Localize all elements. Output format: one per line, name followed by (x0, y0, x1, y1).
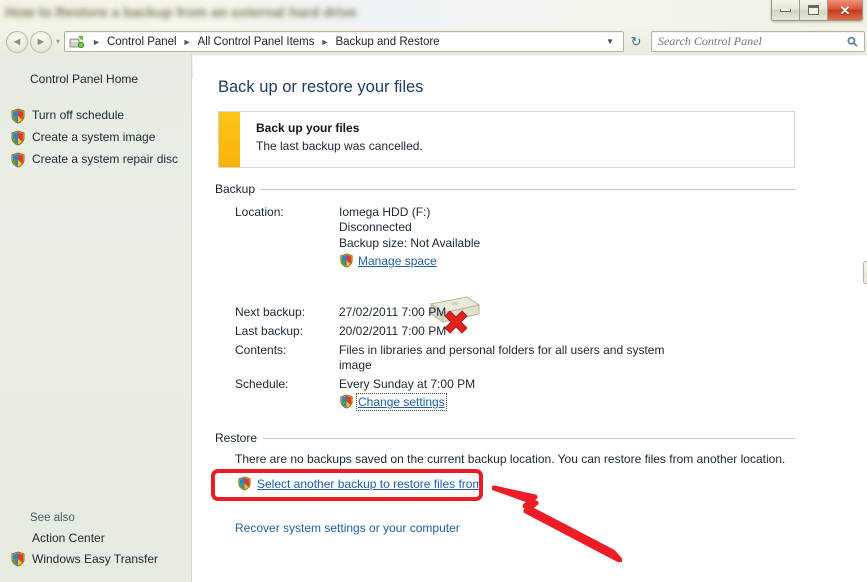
forward-button[interactable]: ► (30, 30, 52, 53)
banner-title: Back up your files (256, 121, 360, 135)
detail-row-location: Location: Iomega HDD (F:) Disconnected B… (235, 205, 480, 269)
sidebar-item-label: Create a system image (32, 130, 156, 144)
recover-system-settings-link[interactable]: Recover system settings or your computer (235, 521, 460, 535)
sidebar-item-windows-easy-transfer[interactable]: Windows Easy Transfer (8, 548, 192, 570)
restore-section-heading: Restore (215, 431, 795, 445)
address-bar[interactable]: ► Control Panel ► All Control Panel Item… (64, 31, 625, 52)
explorer-window: ✕ ◄ ► ▾ ► Control Panel ► All Control Pa… (0, 0, 867, 582)
sidebar-item-create-a-system-repair-disc[interactable]: Create a system repair disc (8, 149, 192, 171)
backup-size: Backup size: Not Available (339, 235, 481, 250)
backup-location-status: Disconnected (339, 220, 412, 235)
shield-icon (10, 130, 26, 146)
chevron-down-icon[interactable]: ▼ (602, 37, 620, 46)
contents-line-1: Files in libraries and personal folders … (339, 343, 665, 357)
sidebar-item-label: Turn off schedule (32, 108, 125, 122)
back-arrow-icon: ◄ (11, 35, 23, 48)
refresh-button[interactable]: ↻ (625, 31, 647, 52)
sidebar-item-turn-off-schedule[interactable]: Turn off schedule (8, 105, 192, 127)
shield-icon (10, 551, 26, 567)
minimize-icon (780, 8, 791, 12)
sidebar-item-create-a-system-image[interactable]: Create a system image (8, 127, 192, 149)
sidebar-item-label: Action Center (32, 531, 105, 545)
search-input[interactable] (656, 33, 849, 50)
navigation-buttons: ◄ ► ▾ (0, 30, 64, 53)
shield-icon (339, 253, 355, 269)
forward-arrow-icon: ► (35, 35, 47, 48)
change-settings-row[interactable]: Change settings (339, 393, 475, 412)
section-divider (263, 437, 795, 439)
sidebar-item-label: Create a system repair disc (32, 152, 179, 166)
page-title: Back up or restore your files (218, 78, 424, 96)
breadcrumb-separator-0: ► (92, 36, 101, 47)
select-another-backup-row[interactable]: Select another backup to restore files f… (237, 476, 482, 492)
detail-label: Schedule: (235, 377, 289, 391)
close-icon: ✕ (839, 2, 851, 18)
close-button[interactable]: ✕ (828, 0, 862, 20)
backup-restore-icon (69, 34, 85, 50)
sidebar-item-action-center[interactable]: Action Center (8, 528, 192, 548)
maximize-icon (808, 5, 819, 15)
see-also-label: See also (30, 512, 75, 524)
detail-label: Location: (235, 205, 284, 219)
schedule-value: Every Sunday at 7:00 PM (339, 377, 476, 391)
breadcrumb-separator-2[interactable]: ► (321, 37, 330, 47)
sidebar-item-label: Windows Easy Transfer (32, 552, 159, 566)
detail-label: Next backup: (235, 305, 306, 319)
manage-space-link[interactable]: Manage space (358, 254, 437, 268)
sidebar-item-control-panel-home[interactable]: Control Panel Home (30, 72, 138, 86)
shield-icon (237, 476, 253, 492)
backup-section-heading: Backup (215, 182, 795, 196)
change-settings-link[interactable]: Change settings (356, 393, 447, 412)
back-up-now-button[interactable]: Back up now (863, 261, 867, 284)
navigation-sidebar: Control Panel Home Turn off schedule Cre… (0, 55, 192, 582)
detail-row-last-backup: Last backup: 20/02/2011 7:00 PM (235, 324, 446, 338)
breadcrumb-item-backup-and-restore[interactable]: Backup and Restore (333, 35, 441, 49)
detail-label: Last backup: (235, 324, 304, 338)
select-another-backup-link[interactable]: Select another backup to restore files f… (257, 477, 482, 491)
breadcrumb-item-all-control-panel-items[interactable]: All Control Panel Items (196, 35, 317, 49)
section-divider (261, 188, 795, 190)
sidebar-task-list: Turn off schedule Create a system image (8, 105, 192, 171)
banner-subtitle: The last backup was cancelled. (256, 139, 423, 153)
back-button[interactable]: ◄ (6, 30, 28, 53)
minimize-button[interactable] (772, 0, 800, 20)
detail-label: Contents: (235, 343, 287, 357)
detail-row-next-backup: Next backup: 27/02/2011 7:00 PM (235, 305, 446, 319)
refresh-icon: ↻ (630, 33, 642, 49)
contents-line-2: image (339, 358, 372, 373)
search-box[interactable]: ⚲ (651, 31, 865, 52)
breadcrumb-separator-1[interactable]: ► (183, 37, 192, 47)
recent-pages-dropdown[interactable]: ▾ (56, 37, 60, 46)
backup-status-banner: Back up your files The last backup was c… (218, 111, 795, 168)
backup-section-label: Backup (215, 182, 256, 196)
banner-text-group: Back up your files The last backup was c… (240, 112, 423, 167)
detail-value-group: Iomega HDD (F:) Disconnected Backup size… (339, 205, 480, 269)
breadcrumb: ► Control Panel ► All Control Panel Item… (88, 35, 602, 49)
breadcrumb-item-control-panel[interactable]: Control Panel (105, 35, 179, 49)
manage-space-row[interactable]: Manage space (339, 253, 480, 269)
detail-row-contents: Contents: Files in libraries and persona… (235, 343, 664, 374)
detail-value: 20/02/2011 7:00 PM (339, 324, 447, 338)
address-toolbar: ◄ ► ▾ ► Control Panel ► All Control Pane… (0, 28, 867, 55)
detail-row-schedule: Schedule: Every Sunday at 7:00 PM Change… (235, 377, 476, 412)
detail-value-group: Every Sunday at 7:00 PM Change settings (339, 377, 476, 412)
sidebar-see-also-section: See also Action Center Windows Easy Tran… (8, 510, 192, 570)
shield-icon (339, 394, 355, 410)
restore-description: There are no backups saved on the curren… (235, 452, 786, 466)
maximize-button[interactable] (800, 0, 828, 20)
detail-value: 27/02/2011 7:00 PM (339, 305, 447, 319)
detail-value-group: Files in libraries and personal folders … (339, 343, 664, 374)
shield-icon (10, 108, 26, 124)
restore-section-label: Restore (215, 431, 258, 445)
shield-icon (10, 152, 26, 168)
backup-location-drive: Iomega HDD (F:) (339, 205, 431, 219)
main-content: Back up or restore your files Back up yo… (193, 56, 867, 582)
banner-accent-stripe (219, 112, 240, 167)
window-controls: ✕ (771, 0, 863, 21)
